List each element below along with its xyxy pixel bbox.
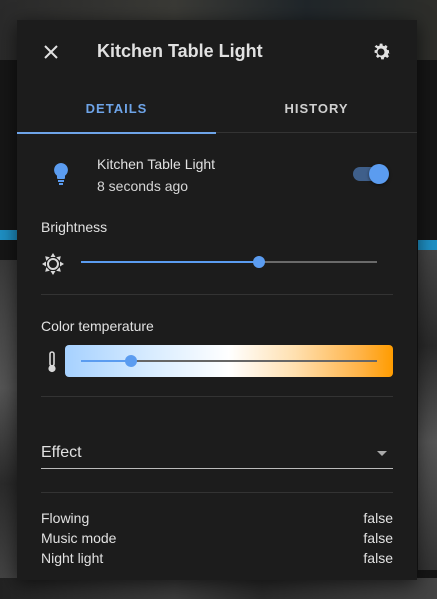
tab-details[interactable]: DETAILS	[17, 90, 216, 134]
background-right-strip	[418, 250, 437, 570]
effect-dropdown[interactable]: Effect	[41, 436, 393, 469]
attribute-value: false	[363, 530, 393, 546]
brightness-thumb[interactable]	[252, 256, 265, 268]
divider	[41, 492, 393, 493]
brightness-icon	[42, 253, 64, 275]
color-temperature-thumb[interactable]	[125, 355, 138, 367]
brightness-fill	[81, 261, 259, 263]
close-icon	[44, 45, 58, 59]
tab-history[interactable]: HISTORY	[217, 90, 416, 132]
effect-label: Effect	[41, 444, 82, 461]
settings-button[interactable]	[369, 40, 393, 64]
brightness-label: Brightness	[41, 219, 108, 235]
power-toggle[interactable]	[353, 164, 389, 184]
color-temperature-slider[interactable]	[65, 345, 393, 377]
lightbulb-icon	[54, 163, 68, 185]
entity-row: Kitchen Table Light 8 seconds ago	[17, 148, 417, 198]
thermometer-icon	[48, 351, 56, 373]
attribute-key: Night light	[41, 550, 104, 566]
color-temperature-fill	[81, 360, 132, 362]
attribute-value: false	[363, 550, 393, 566]
attribute-row: Night light false	[41, 550, 393, 570]
attribute-row: Flowing false	[41, 510, 393, 530]
more-info-dialog: Kitchen Table Light DETAILS HISTORY Kitc…	[17, 20, 417, 580]
tab-bar: DETAILS HISTORY	[17, 90, 417, 134]
dialog-header: Kitchen Table Light	[17, 20, 417, 84]
divider	[41, 396, 393, 397]
attribute-key: Music mode	[41, 530, 117, 546]
dropdown-arrow-icon	[377, 451, 387, 456]
color-temperature-label: Color temperature	[41, 318, 154, 334]
divider	[41, 294, 393, 295]
dialog-title: Kitchen Table Light	[97, 41, 263, 61]
brightness-slider[interactable]	[81, 252, 377, 272]
close-button[interactable]	[39, 40, 63, 64]
attribute-value: false	[363, 510, 393, 526]
attribute-key: Flowing	[41, 510, 90, 526]
background-bottom	[0, 578, 437, 599]
attribute-row: Music mode false	[41, 530, 393, 550]
toggle-knob	[369, 164, 389, 184]
entity-name: Kitchen Table Light	[97, 156, 216, 172]
gear-icon	[374, 43, 391, 60]
background-accent-right	[418, 240, 437, 250]
entity-last-changed: 8 seconds ago	[97, 178, 189, 194]
